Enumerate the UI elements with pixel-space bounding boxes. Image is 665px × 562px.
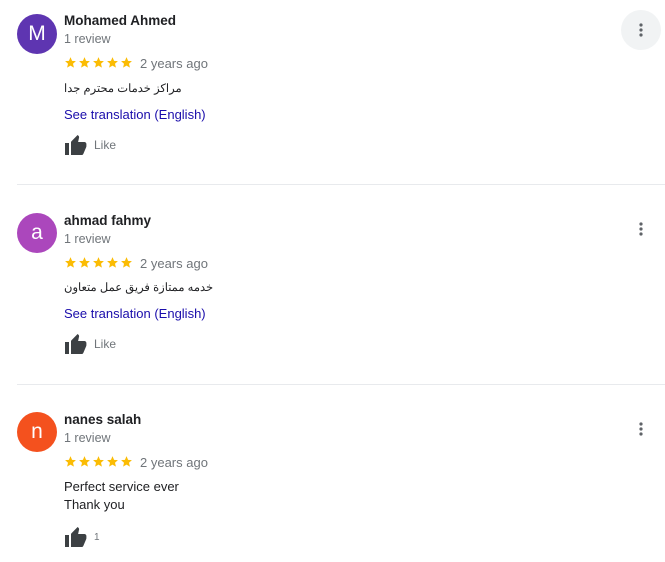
thumbs-up-icon: [65, 527, 87, 547]
star-icon: [93, 257, 104, 268]
like-label: Like: [94, 138, 117, 152]
star-icon: [121, 57, 132, 68]
more-vert-icon: [639, 23, 643, 37]
avatar[interactable]: n: [17, 412, 57, 452]
star-icon: [65, 57, 76, 68]
reviewer-name[interactable]: Mohamed Ahmed: [64, 13, 176, 28]
like-count: 1: [94, 531, 100, 543]
review-text: Perfect service ever Thank you: [64, 478, 179, 514]
review-count: 1 review: [64, 232, 111, 246]
divider: [17, 384, 665, 385]
more-vert-icon: [639, 422, 643, 436]
review-count: 1 review: [64, 431, 111, 445]
like-button[interactable]: Like: [64, 333, 116, 355]
review-text: مراكز خدمات محترم جدا: [64, 83, 182, 95]
star-icon: [121, 257, 132, 268]
review-text-line: Thank you: [64, 497, 125, 512]
reviewer-name[interactable]: ahmad fahmy: [64, 213, 151, 228]
review-text-line: Perfect service ever: [64, 479, 179, 494]
review-date: 2 years ago: [140, 455, 208, 470]
more-options-button[interactable]: [621, 209, 661, 249]
star-icon: [93, 57, 104, 68]
star-icon: [79, 456, 90, 467]
star-icon: [65, 257, 76, 268]
more-options-button[interactable]: [621, 409, 661, 449]
see-translation-link[interactable]: See translation (English): [64, 107, 206, 122]
like-button[interactable]: Like: [64, 134, 116, 156]
review-count: 1 review: [64, 32, 111, 46]
star-rating: [64, 256, 133, 269]
review-date: 2 years ago: [140, 56, 208, 71]
review-text: خدمه ممتازة فريق عمل متعاون: [64, 282, 214, 294]
star-icon: [107, 456, 118, 467]
more-options-button[interactable]: [621, 10, 661, 50]
star-icon: [93, 456, 104, 467]
avatar[interactable]: a: [17, 213, 57, 253]
star-rating: [64, 56, 133, 69]
avatar[interactable]: M: [17, 14, 57, 54]
divider: [17, 184, 665, 185]
star-icon: [79, 57, 90, 68]
star-icon: [79, 257, 90, 268]
thumbs-up-icon: [65, 334, 87, 354]
reviewer-name[interactable]: nanes salah: [64, 412, 141, 427]
star-icon: [65, 456, 76, 467]
star-rating: [64, 455, 133, 468]
see-translation-link[interactable]: See translation (English): [64, 306, 206, 321]
more-vert-icon: [639, 222, 643, 236]
like-button[interactable]: 1: [64, 526, 100, 548]
thumbs-up-icon: [65, 135, 87, 155]
star-icon: [107, 57, 118, 68]
review-date: 2 years ago: [140, 256, 208, 271]
star-icon: [107, 257, 118, 268]
like-label: Like: [94, 337, 117, 351]
star-icon: [121, 456, 132, 467]
